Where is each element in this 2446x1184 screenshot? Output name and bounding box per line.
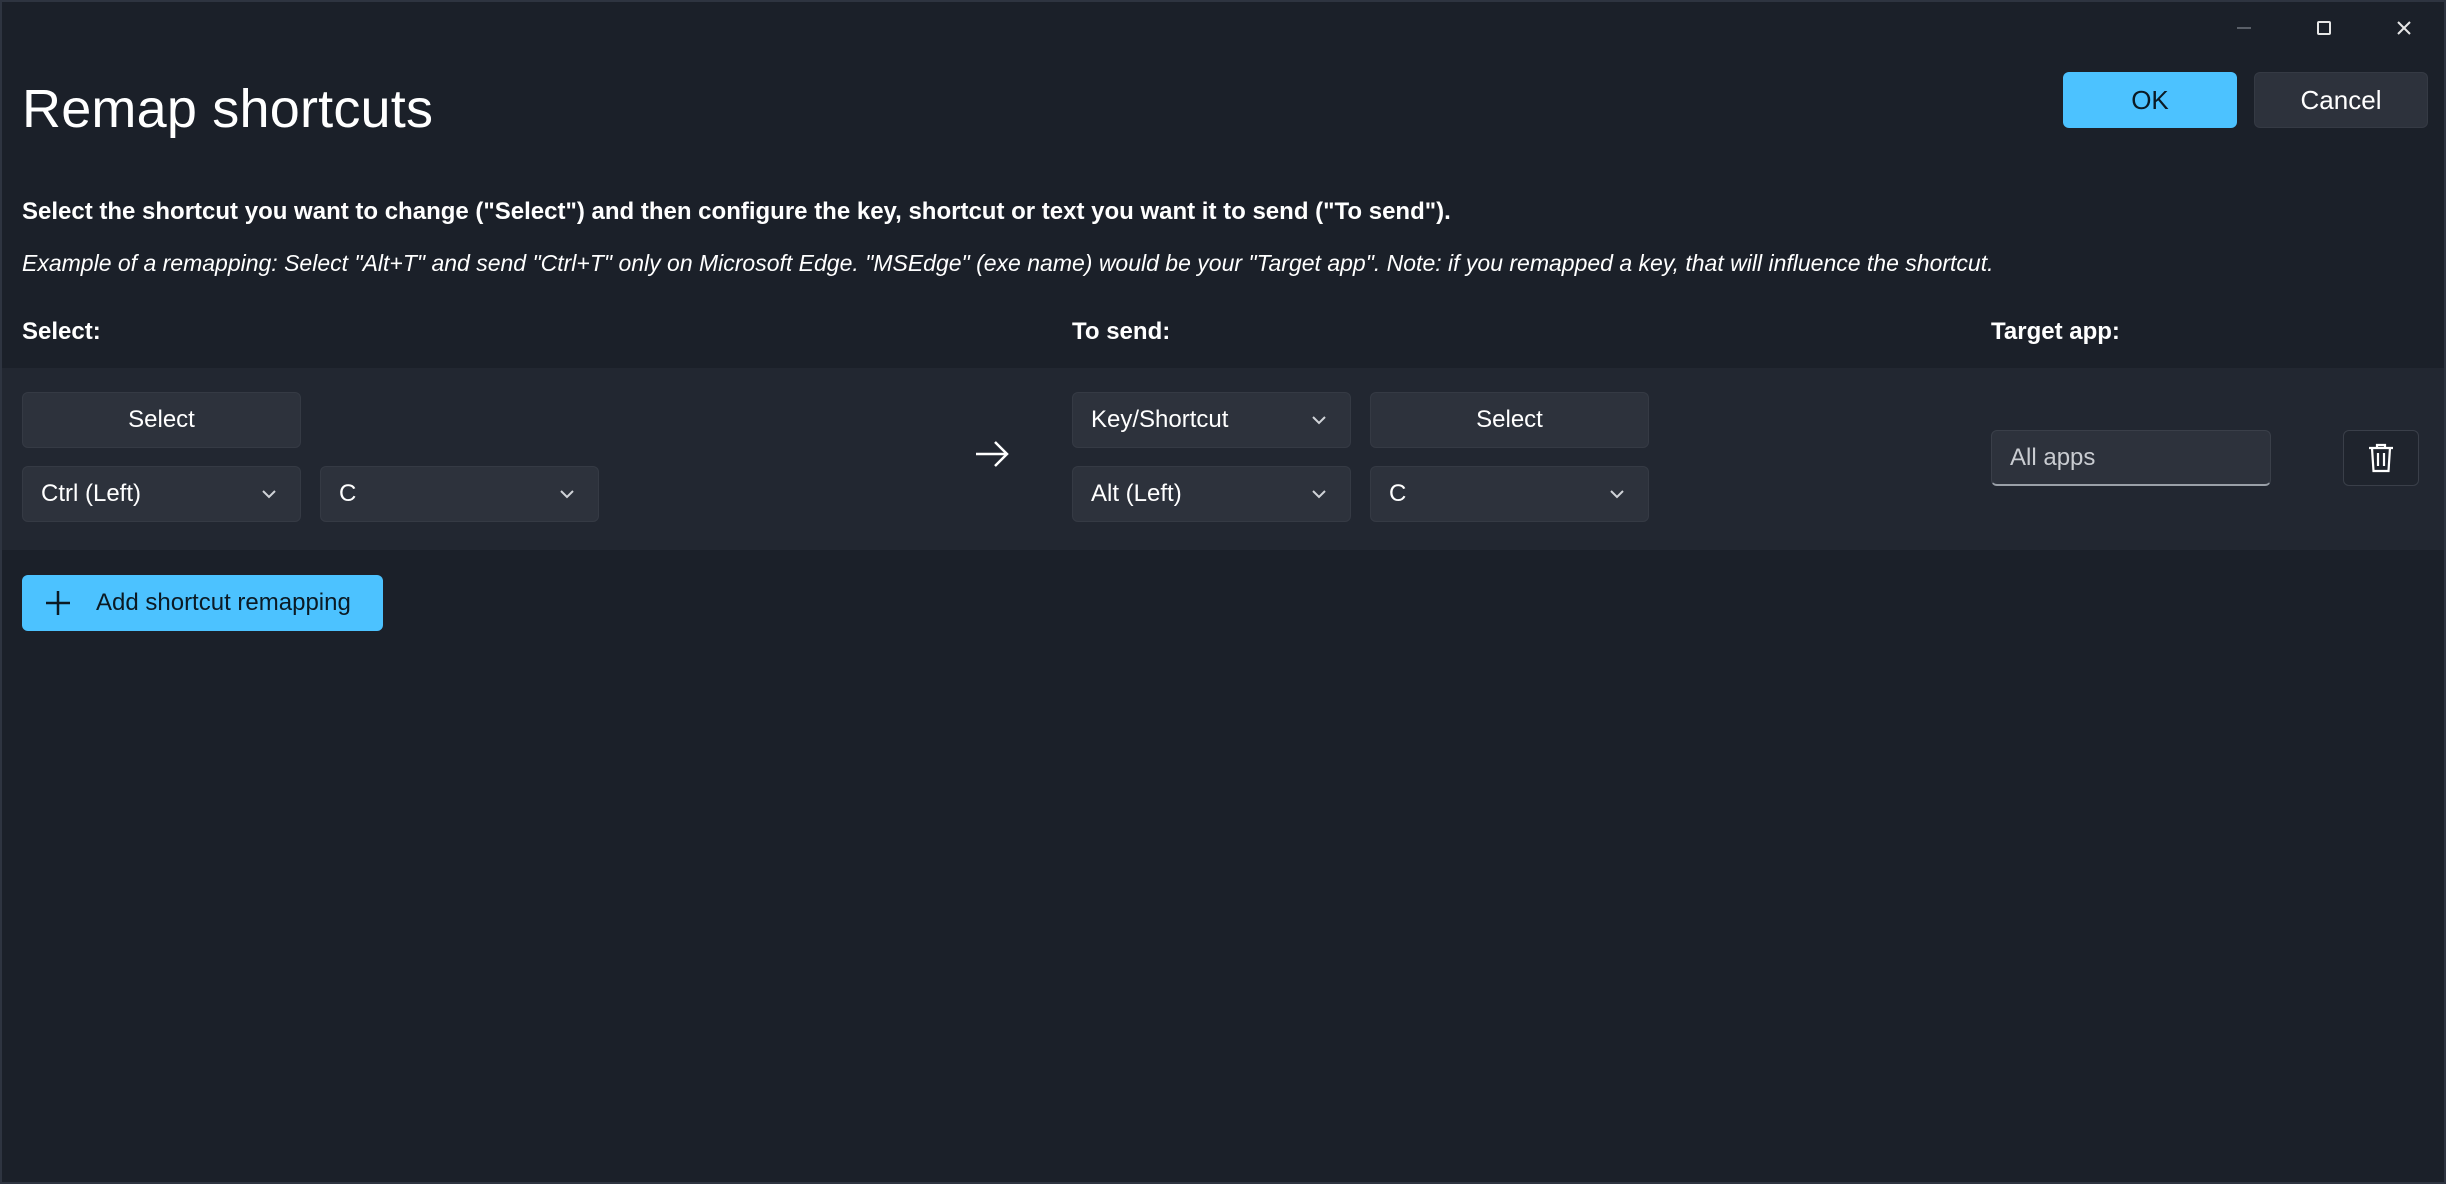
select-shortcut-button[interactable]: Select: [22, 392, 301, 448]
select-key1-value: Ctrl (Left): [41, 480, 142, 507]
chevron-down-icon: [262, 490, 276, 499]
column-header-target-app: Target app:: [1991, 318, 2120, 345]
plus-icon: [46, 591, 70, 615]
send-key2-value: C: [1389, 480, 1407, 507]
send-key1-dropdown[interactable]: Alt (Left): [1072, 466, 1351, 522]
chevron-down-icon: [1312, 490, 1326, 499]
example-text: Example of a remapping: Select "Alt+T" a…: [22, 250, 1994, 276]
send-type-value: Key/Shortcut: [1091, 406, 1229, 433]
send-key2-dropdown[interactable]: C: [1370, 466, 1649, 522]
column-header-select: Select:: [22, 318, 101, 345]
select-key1-dropdown[interactable]: Ctrl (Left): [22, 466, 301, 522]
add-shortcut-remapping-button[interactable]: Add shortcut remapping: [22, 575, 383, 631]
trash-icon: [2369, 443, 2393, 473]
send-select-button[interactable]: Select: [1370, 392, 1649, 448]
minimize-button[interactable]: [2204, 2, 2284, 54]
caption-buttons: [2204, 2, 2444, 54]
chevron-down-icon: [560, 490, 574, 499]
target-app-input[interactable]: [1991, 430, 2271, 486]
remap-shortcuts-window: Remap shortcuts OK Cancel Select the sho…: [0, 0, 2446, 1184]
send-key1-value: Alt (Left): [1091, 480, 1182, 507]
add-button-label: Add shortcut remapping: [96, 589, 351, 616]
description-text: Select the shortcut you want to change (…: [22, 198, 1451, 225]
send-type-dropdown[interactable]: Key/Shortcut: [1072, 392, 1351, 448]
minimize-icon: [2237, 27, 2251, 29]
maximize-button[interactable]: [2284, 2, 2364, 54]
cancel-button[interactable]: Cancel: [2254, 72, 2428, 128]
arrow-right-icon: [972, 434, 1012, 474]
close-icon: [2397, 21, 2411, 35]
close-button[interactable]: [2364, 2, 2444, 54]
select-key2-dropdown[interactable]: C: [320, 466, 599, 522]
select-key2-value: C: [339, 480, 357, 507]
chevron-down-icon: [1312, 416, 1326, 425]
chevron-down-icon: [1610, 490, 1624, 499]
ok-button[interactable]: OK: [2063, 72, 2237, 128]
delete-remap-button[interactable]: [2343, 430, 2419, 486]
column-header-to-send: To send:: [1072, 318, 1171, 345]
maximize-icon: [2317, 21, 2331, 35]
page-title: Remap shortcuts: [22, 79, 434, 139]
